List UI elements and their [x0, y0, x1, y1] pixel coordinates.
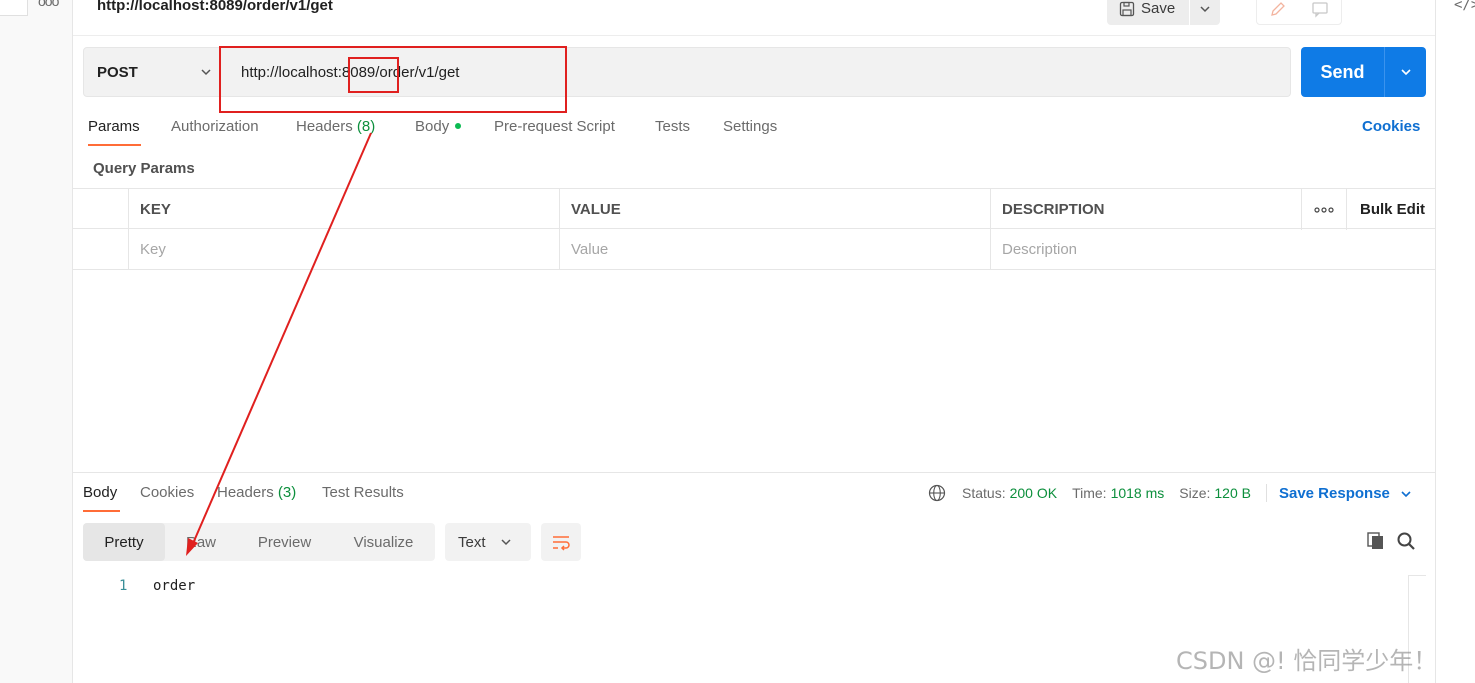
tab-headers[interactable]: Headers (8): [296, 118, 375, 135]
format-value: Text: [458, 533, 486, 551]
response-meta: Status: 200 OK Time: 1018 ms Size: 120 B…: [928, 484, 1412, 502]
query-params-title: Query Params: [93, 160, 195, 177]
view-visualize-button[interactable]: Visualize: [332, 523, 435, 561]
tab-headers-label: Headers: [296, 118, 353, 135]
active-response-tab-indicator: [83, 510, 120, 512]
description-input[interactable]: Description: [990, 229, 1435, 270]
chevron-down-icon: [1401, 490, 1411, 497]
tab-pre-request-script[interactable]: Pre-request Script: [494, 118, 615, 135]
comment-icon[interactable]: [1299, 0, 1341, 24]
cookies-link[interactable]: Cookies: [1362, 118, 1420, 135]
table-header-row: KEY VALUE DESCRIPTION Bulk Edit: [73, 188, 1435, 230]
view-pretty-button[interactable]: Pretty: [83, 523, 165, 561]
sidebar-tab-stub[interactable]: [0, 0, 28, 16]
status-label: Status:: [962, 485, 1006, 501]
time-value[interactable]: 1018 ms: [1111, 485, 1165, 501]
chevron-down-icon: [201, 69, 211, 76]
wrap-lines-button[interactable]: [541, 523, 581, 561]
save-button[interactable]: Save: [1107, 0, 1191, 25]
body-indicator-dot: [455, 123, 462, 130]
save-disk-icon: [1119, 1, 1135, 16]
watermark: CSDN @! 恰同学少年！: [1176, 647, 1438, 675]
response-tab-headers-count: (3): [277, 484, 297, 501]
column-header-key: KEY: [128, 189, 560, 230]
send-button[interactable]: Send: [1301, 47, 1385, 97]
response-tab-test-results[interactable]: Test Results: [322, 484, 404, 501]
copy-icon[interactable]: [1366, 531, 1386, 554]
chevron-down-icon: [1400, 69, 1411, 76]
column-header-value: VALUE: [559, 189, 991, 230]
response-tab-headers-label: Headers: [217, 484, 274, 501]
doc-actions: [1256, 0, 1342, 25]
bulk-edit-button[interactable]: Bulk Edit: [1346, 189, 1435, 230]
status-value[interactable]: 200 OK: [1010, 485, 1057, 501]
code-icon[interactable]: </>: [1454, 0, 1475, 13]
active-tab-indicator: [88, 144, 141, 146]
time-label: Time:: [1072, 485, 1107, 501]
right-context-bar: </>: [1435, 0, 1475, 683]
response-tabs: Body Cookies Headers (3) Test Results St…: [73, 478, 1435, 514]
response-view-selector: Pretty Raw Preview Visualize: [83, 523, 435, 561]
method-value: POST: [97, 63, 138, 81]
save-options-button[interactable]: [1190, 0, 1220, 25]
send-options-button[interactable]: [1385, 47, 1426, 97]
row-checkbox-cell: [73, 229, 129, 270]
row-checkbox-column: [73, 189, 129, 230]
url-input[interactable]: http://localhost:8089/order/v1/get: [220, 47, 1291, 97]
response-tab-headers[interactable]: Headers (3): [217, 484, 296, 501]
chevron-down-icon: [500, 539, 511, 546]
tab-headers-count: (8): [356, 118, 376, 135]
column-header-description: DESCRIPTION: [990, 189, 1302, 230]
globe-icon[interactable]: [928, 484, 946, 502]
method-select[interactable]: POST: [83, 47, 220, 97]
response-tab-body[interactable]: Body: [83, 484, 117, 501]
table-row: Key Value Description: [73, 229, 1435, 270]
code-line: order: [153, 578, 196, 594]
save-button-group: Save: [1107, 0, 1221, 25]
tab-params[interactable]: Params: [88, 118, 140, 135]
view-preview-button[interactable]: Preview: [237, 523, 332, 561]
tab-authorization[interactable]: Authorization: [171, 118, 259, 135]
request-title[interactable]: http://localhost:8089/order/v1/get: [97, 0, 333, 14]
value-input[interactable]: Value: [559, 229, 991, 270]
send-button-group: Send: [1301, 47, 1426, 97]
chevron-down-icon: [1200, 5, 1210, 12]
request-tabs: Params Authorization Headers (8) Body Pr…: [73, 112, 1435, 148]
size-label: Size:: [1179, 485, 1211, 501]
meta-divider: [1265, 484, 1267, 502]
line-number: 1: [119, 578, 128, 594]
size-value[interactable]: 120 B: [1214, 485, 1251, 501]
format-select[interactable]: Text: [445, 523, 531, 561]
save-response-button[interactable]: Save Response: [1279, 485, 1412, 502]
request-header: http://localhost:8089/order/v1/get: [73, 0, 1435, 36]
tab-body[interactable]: Body: [415, 118, 462, 135]
save-response-label: Save Response: [1278, 484, 1390, 502]
response-pane-divider[interactable]: [73, 472, 1435, 473]
more-dots-icon[interactable]: [1301, 189, 1347, 230]
tab-tests[interactable]: Tests: [655, 118, 690, 135]
more-dots-icon[interactable]: ooo: [38, 0, 59, 9]
tab-settings[interactable]: Settings: [723, 118, 777, 135]
response-tab-cookies[interactable]: Cookies: [140, 484, 194, 501]
tab-body-label: Body: [415, 118, 450, 135]
wrap-lines-icon: [553, 536, 570, 551]
collections-sidebar-edge: ooo: [0, 0, 73, 683]
save-label: Save: [1141, 0, 1176, 17]
search-icon[interactable]: [1396, 531, 1416, 554]
pencil-icon[interactable]: [1257, 0, 1299, 24]
key-input[interactable]: Key: [128, 229, 560, 270]
query-params-table: KEY VALUE DESCRIPTION Bulk Edit Key Valu…: [73, 188, 1435, 270]
view-raw-button[interactable]: Raw: [165, 523, 237, 561]
url-value: http://localhost:8089/order/v1/get: [241, 63, 460, 81]
